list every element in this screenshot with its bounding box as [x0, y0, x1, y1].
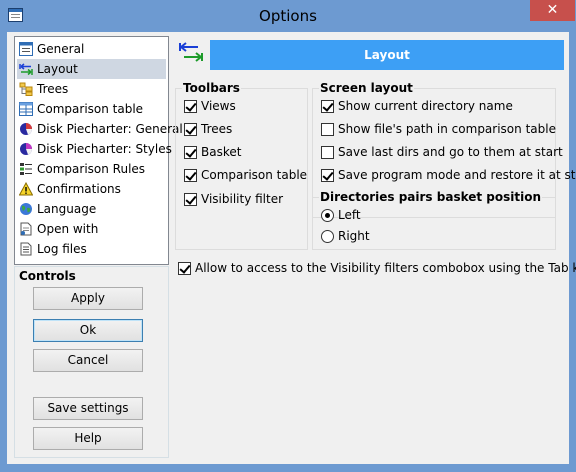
checkbox-label: Save last dirs and go to them at start [338, 145, 563, 159]
tree-icon [19, 82, 33, 96]
nav-item-general[interactable]: General [17, 39, 166, 59]
checkbox-label: Show current directory name [338, 99, 513, 113]
checkbox-label: Views [201, 99, 236, 113]
close-button[interactable]: ✕ [530, 0, 575, 21]
nav-item-label: Disk Piecharter: General [37, 122, 183, 136]
ok-button[interactable]: Ok [33, 319, 143, 342]
radio-circle[interactable] [321, 230, 334, 243]
toolbars-group: Toolbars Views Trees Basket Comparison t… [175, 81, 308, 250]
nav-item-label: Comparison table [37, 102, 144, 116]
nav-item-label: Layout [37, 62, 78, 76]
checkbox-box[interactable] [321, 146, 334, 159]
nav-item-language[interactable]: Language [17, 199, 166, 219]
nav-item-open-with[interactable]: Open with [17, 219, 166, 239]
radio-label: Right [338, 229, 370, 243]
checkbox-box[interactable] [184, 193, 197, 206]
checkbox-label: Comparison table [201, 168, 308, 182]
options-category-list[interactable]: General Layout Trees Comparison table Di… [14, 36, 183, 265]
checkbox-box[interactable] [321, 123, 334, 136]
pie-chart-styles-icon [20, 143, 32, 155]
dialog-client-area: General Layout Trees Comparison table Di… [7, 32, 576, 464]
nav-item-label: Language [37, 202, 97, 216]
checkbox-label: Visibility filter [201, 192, 284, 206]
toolbars-label: Toolbars [182, 81, 241, 95]
nav-item-log-files[interactable]: Log files [17, 239, 166, 259]
pie-chart-icon [20, 123, 32, 135]
checkbox-box[interactable] [184, 169, 197, 182]
layout-arrows-icon [179, 42, 203, 62]
help-button[interactable]: Help [33, 427, 143, 450]
table-icon [19, 102, 33, 116]
basket-position-group: Directories pairs basket position Left R… [312, 190, 556, 250]
controls-group: Controls Apply Ok Cancel Save settings H… [14, 266, 169, 458]
globe-icon [20, 203, 32, 215]
checkbox-box[interactable] [184, 123, 197, 136]
nav-item-label: Comparison Rules [37, 162, 146, 176]
nav-item-confirmations[interactable]: Confirmations [17, 179, 166, 199]
nav-item-label: General [37, 42, 85, 56]
checkbox-label: Trees [201, 122, 233, 136]
apply-button[interactable]: Apply [33, 287, 143, 310]
nav-item-disk-piecharter-general[interactable]: Disk Piecharter: General [17, 119, 183, 139]
window-frame-bottom [0, 464, 576, 472]
screen-layout-label: Screen layout [319, 81, 414, 95]
form-icon [19, 42, 33, 56]
warning-icon [19, 182, 33, 196]
page-title: Layout [210, 40, 564, 70]
layout-arrows-icon [19, 63, 33, 76]
radio-circle[interactable] [321, 209, 334, 222]
nav-item-comparison-rules[interactable]: Comparison Rules [17, 159, 166, 179]
cancel-button[interactable]: Cancel [33, 349, 143, 372]
window-title: Options [259, 7, 317, 25]
checkbox-box[interactable] [321, 169, 334, 182]
checkbox-box[interactable] [178, 262, 191, 275]
nav-item-label: Confirmations [37, 182, 121, 196]
window-frame-right [569, 32, 576, 472]
basket-position-label: Directories pairs basket position [319, 190, 543, 204]
nav-item-label: Open with [37, 222, 99, 236]
checkbox-label: Allow to access to the Visibility filter… [195, 261, 576, 275]
checkbox-box[interactable] [321, 100, 334, 113]
nav-item-disk-piecharter-styles[interactable]: Disk Piecharter: Styles [17, 139, 172, 159]
window-frame-left [0, 32, 7, 472]
save-settings-button[interactable]: Save settings [33, 397, 143, 420]
nav-item-label: Disk Piecharter: Styles [37, 142, 172, 156]
rules-icon [20, 163, 32, 175]
open-document-icon [20, 222, 32, 236]
log-file-icon [20, 242, 32, 256]
nav-item-label: Log files [37, 242, 87, 256]
controls-label: Controls [19, 269, 76, 283]
checkbox-label: Save program mode and restore it at star [338, 168, 576, 182]
nav-item-label: Trees [37, 82, 69, 96]
checkbox-label: Basket [201, 145, 242, 159]
checkbox-box[interactable] [184, 100, 197, 113]
checkbox-label: Show file's path in comparison table [338, 122, 556, 136]
nav-item-layout[interactable]: Layout [17, 59, 166, 79]
nav-item-comparison-table[interactable]: Comparison table [17, 99, 166, 119]
nav-item-trees[interactable]: Trees [17, 79, 166, 99]
checkbox-box[interactable] [184, 146, 197, 159]
title-bar[interactable]: Options ✕ [0, 0, 576, 32]
radio-label: Left [338, 208, 361, 222]
